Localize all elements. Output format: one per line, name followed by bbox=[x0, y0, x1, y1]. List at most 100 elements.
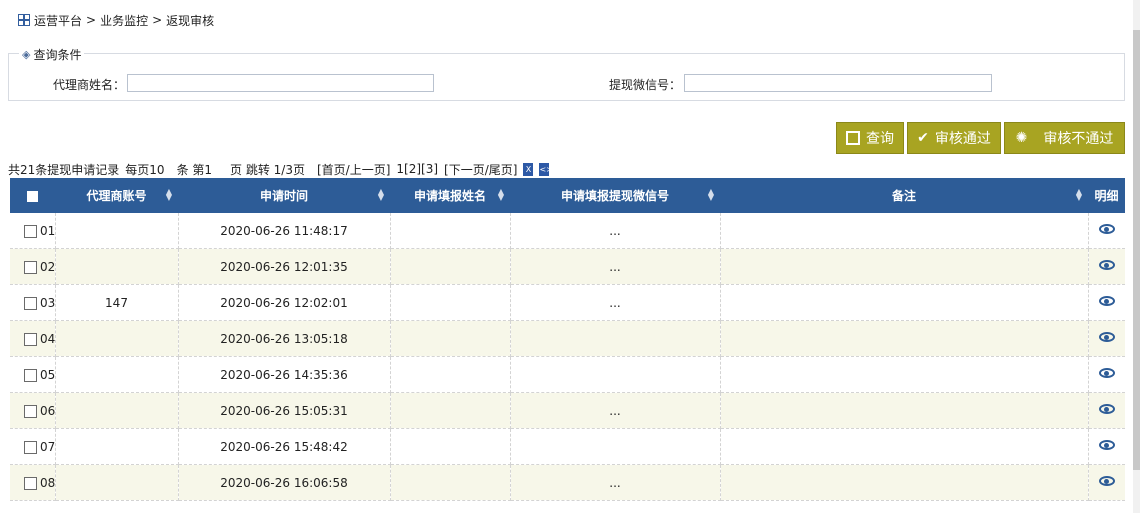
eye-icon[interactable] bbox=[1098, 331, 1115, 343]
column-header[interactable]: 申请填报提现微信号 ▲ ▼ bbox=[510, 178, 720, 213]
reject-button[interactable]: ✺ 审核不通过 bbox=[1004, 122, 1125, 154]
pager-next[interactable]: [下一页/尾页] bbox=[444, 161, 517, 178]
column-header[interactable]: 申请填报姓名 ▲ ▼ bbox=[390, 178, 510, 213]
wechat-cell bbox=[510, 320, 721, 357]
pager-jump[interactable]: 页 跳转 1/3页 bbox=[230, 161, 305, 178]
detail-cell[interactable] bbox=[1088, 248, 1125, 285]
agent-account-cell bbox=[55, 464, 179, 501]
row-select-cell[interactable]: 04 bbox=[10, 320, 56, 357]
apply-time-cell: 2020-06-26 16:06:58 bbox=[178, 464, 391, 501]
remark-cell bbox=[720, 392, 1089, 429]
table-row: 06 2020-06-26 15:05:31... bbox=[10, 392, 1125, 429]
row-checkbox[interactable] bbox=[24, 404, 37, 418]
breadcrumb-page: 返现审核 bbox=[166, 13, 215, 28]
apply-time-cell: 2020-06-26 15:48:42 bbox=[178, 428, 391, 465]
apply-name-cell bbox=[390, 356, 511, 393]
agent-name-input[interactable] bbox=[127, 74, 434, 92]
eye-icon[interactable] bbox=[1098, 403, 1115, 415]
detail-cell[interactable] bbox=[1088, 356, 1125, 393]
approve-button[interactable]: ✔ 审核通过 bbox=[907, 122, 1001, 154]
pager-prev[interactable]: [首页/上一页] bbox=[317, 161, 390, 178]
sort-icon: ▲ ▼ bbox=[377, 187, 384, 202]
row-select-cell[interactable]: 05 bbox=[10, 356, 56, 393]
row-select-cell[interactable]: 08 bbox=[10, 464, 56, 501]
row-checkbox[interactable] bbox=[24, 476, 37, 490]
column-header[interactable]: 备注 ▲ ▼ bbox=[720, 178, 1088, 213]
eye-icon[interactable] bbox=[1098, 475, 1115, 487]
remark-cell bbox=[720, 428, 1089, 465]
wechat-cell: ... bbox=[510, 392, 721, 429]
agent-account-cell bbox=[55, 428, 179, 465]
row-select-cell[interactable]: 07 bbox=[10, 428, 56, 465]
agent-account-cell bbox=[55, 213, 179, 249]
wechat-input[interactable] bbox=[684, 74, 992, 92]
agent-account-cell bbox=[55, 356, 179, 393]
wechat-label: 提现微信号： bbox=[609, 78, 682, 92]
remark-cell bbox=[720, 356, 1089, 393]
row-checkbox[interactable] bbox=[24, 224, 37, 238]
apply-time-cell: 2020-06-26 11:48:17 bbox=[178, 213, 391, 249]
pager-per-page[interactable]: 每页10 bbox=[125, 161, 164, 178]
agent-account-cell bbox=[55, 392, 179, 429]
agent-account-cell bbox=[55, 320, 179, 357]
wechat-cell: ... bbox=[510, 248, 721, 285]
row-checkbox[interactable] bbox=[24, 296, 37, 310]
xml-icon[interactable]: <> bbox=[539, 162, 553, 176]
eye-icon[interactable] bbox=[1098, 367, 1115, 379]
pager-item-unit: 条 第1 bbox=[176, 162, 213, 177]
row-checkbox[interactable] bbox=[24, 440, 37, 454]
eye-icon[interactable] bbox=[1098, 439, 1115, 451]
eye-icon[interactable] bbox=[1098, 223, 1115, 235]
column-header[interactable]: 代理商账号 ▲ ▼ bbox=[55, 178, 178, 213]
apply-time-cell: 2020-06-26 14:35:36 bbox=[178, 356, 391, 393]
row-number: 05 bbox=[40, 367, 55, 382]
row-select-cell[interactable]: 02 bbox=[10, 248, 56, 285]
eye-icon[interactable] bbox=[1098, 295, 1115, 307]
agent-name-label: 代理商姓名： bbox=[53, 78, 126, 92]
wechat-cell: ... bbox=[510, 213, 721, 249]
row-checkbox[interactable] bbox=[24, 368, 37, 382]
pager-pages[interactable]: 1[2][3] bbox=[396, 162, 438, 176]
column-header: 明细 bbox=[1088, 178, 1125, 213]
select-all-checkbox[interactable] bbox=[27, 190, 38, 202]
table-row: 01 2020-06-26 11:48:17... bbox=[10, 213, 1125, 249]
vertical-scrollbar[interactable] bbox=[1133, 0, 1140, 513]
layers-icon: ◈ bbox=[22, 48, 31, 61]
excel-icon[interactable]: X bbox=[523, 162, 534, 176]
grid-icon bbox=[18, 14, 30, 26]
remark-cell bbox=[720, 213, 1089, 249]
row-checkbox[interactable] bbox=[24, 260, 37, 274]
apply-name-cell bbox=[390, 320, 511, 357]
query-legend-label: 查询条件 bbox=[33, 48, 82, 62]
row-number: 03 bbox=[40, 295, 55, 310]
scrollbar-thumb[interactable] bbox=[1133, 30, 1140, 470]
remark-cell bbox=[720, 248, 1089, 285]
detail-cell[interactable] bbox=[1088, 428, 1125, 465]
row-select-cell[interactable]: 03 bbox=[10, 284, 56, 321]
eye-icon[interactable] bbox=[1098, 259, 1115, 271]
row-select-cell[interactable]: 01 bbox=[10, 213, 56, 249]
remark-cell bbox=[720, 464, 1089, 501]
breadcrumb-section[interactable]: 业务监控 bbox=[100, 12, 148, 29]
column-header[interactable]: 申请时间 ▲ ▼ bbox=[178, 178, 390, 213]
detail-cell[interactable] bbox=[1088, 213, 1125, 249]
row-number: 01 bbox=[40, 223, 55, 238]
detail-cell[interactable] bbox=[1088, 284, 1125, 321]
row-select-cell[interactable]: 06 bbox=[10, 392, 56, 429]
table-row: 03 147 2020-06-26 12:02:01... bbox=[10, 284, 1125, 321]
apply-name-cell bbox=[390, 428, 511, 465]
detail-cell[interactable] bbox=[1088, 320, 1125, 357]
table-row: 04 2020-06-26 13:05:18 bbox=[10, 320, 1125, 357]
agent-account-cell: 147 bbox=[55, 284, 179, 321]
row-number: 08 bbox=[40, 475, 55, 490]
breadcrumb-separator: > bbox=[152, 13, 163, 27]
table-header-row: 代理商账号 ▲ ▼ 申请时间 ▲ ▼ 申请填报姓名 ▲ ▼ 申请填报提现微信号 ▲ ▼ 备注 ▲ ▼… bbox=[10, 178, 1125, 213]
agent-account-cell bbox=[55, 248, 179, 285]
breadcrumb-root[interactable]: 运营平台 bbox=[34, 12, 82, 29]
row-checkbox[interactable] bbox=[24, 332, 37, 346]
apply-name-cell bbox=[390, 284, 511, 321]
detail-cell[interactable] bbox=[1088, 392, 1125, 429]
detail-cell[interactable] bbox=[1088, 464, 1125, 501]
search-button[interactable]: 查询 bbox=[836, 122, 904, 154]
select-all-header[interactable] bbox=[10, 178, 55, 213]
